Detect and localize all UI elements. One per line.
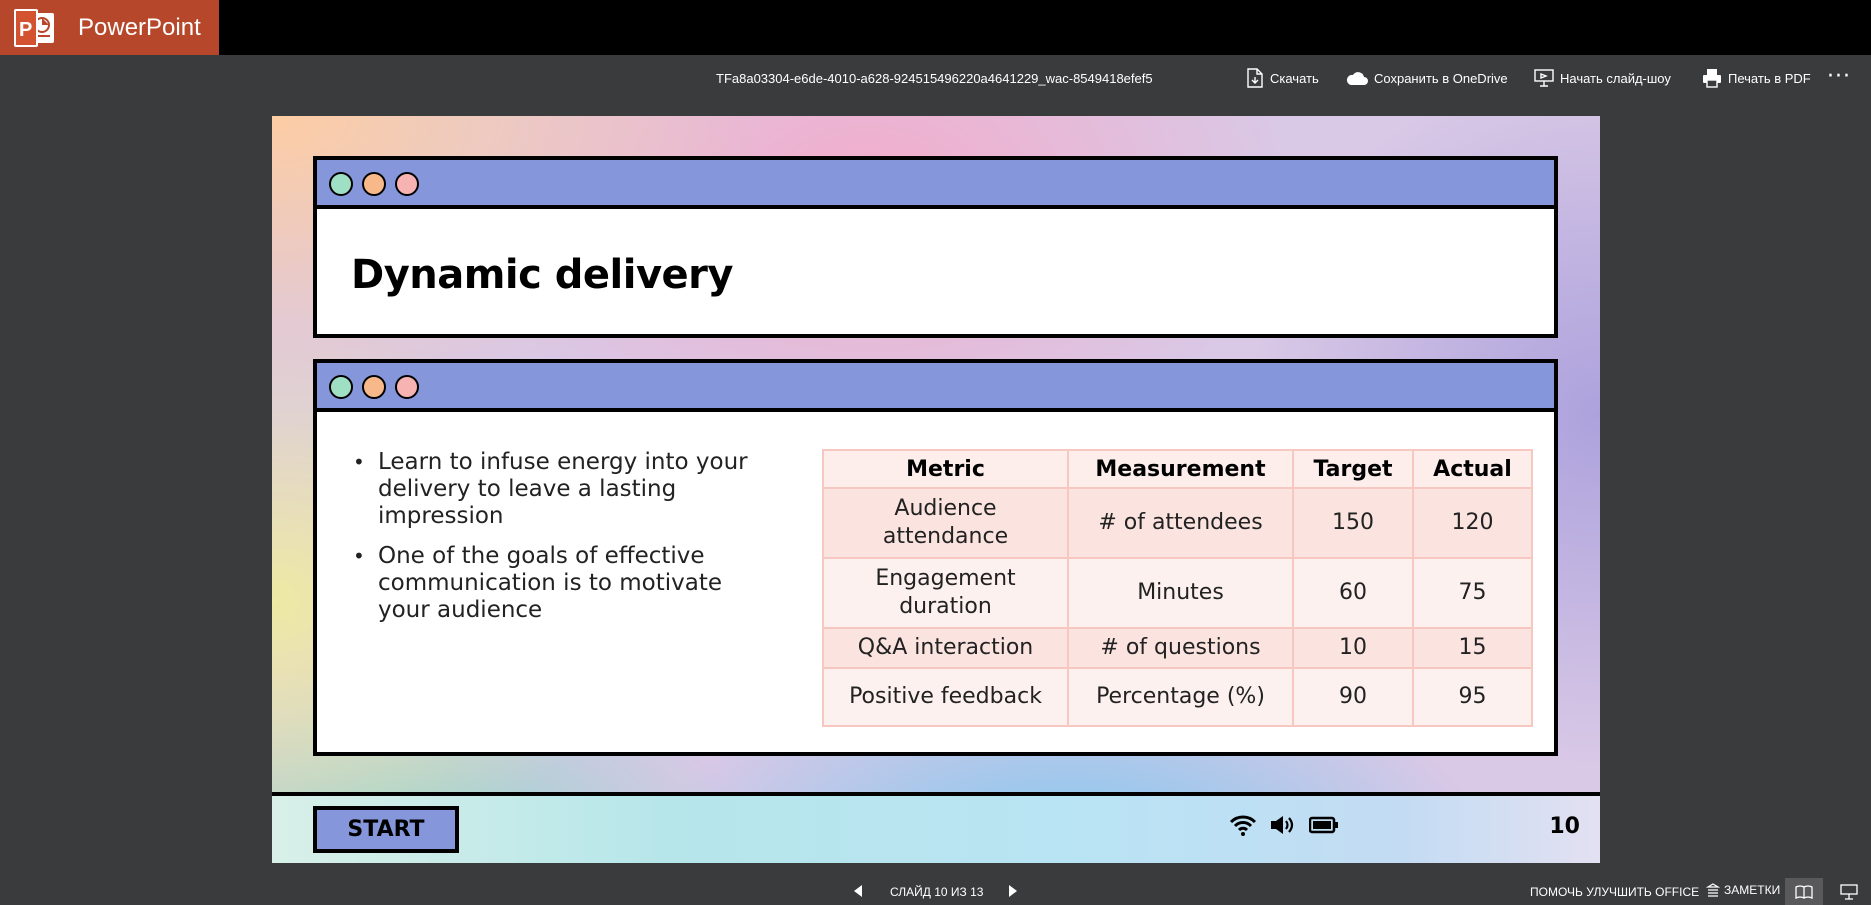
speaker-icon bbox=[1271, 816, 1294, 834]
bullet-item: Learn to infuse energy into your deliver… bbox=[353, 449, 773, 530]
table-cell: Audience attendance bbox=[822, 487, 1069, 559]
start-slideshow-button[interactable]: Начать слайд-шоу bbox=[1534, 65, 1671, 91]
bullet-list: Learn to infuse energy into your deliver… bbox=[353, 449, 773, 637]
table-row: Audience attendance # of attendees 150 1… bbox=[822, 487, 1533, 559]
projector-screen-icon bbox=[1534, 69, 1554, 87]
table-cell: Q&A interaction bbox=[822, 627, 1069, 669]
print-pdf-button[interactable]: Печать в PDF bbox=[1702, 65, 1811, 91]
reading-view-button[interactable] bbox=[1785, 878, 1823, 905]
slide-page-number: 10 bbox=[1549, 814, 1580, 839]
table-cell: 60 bbox=[1292, 557, 1414, 629]
window-dot-green bbox=[329, 172, 353, 196]
download-label: Скачать bbox=[1270, 70, 1319, 86]
more-options-button[interactable]: ··· bbox=[1827, 65, 1851, 89]
print-pdf-label: Печать в PDF bbox=[1728, 70, 1811, 86]
powerpoint-logo-icon: P bbox=[14, 9, 54, 47]
app-brand[interactable]: P PowerPoint bbox=[0, 0, 219, 55]
content-window-header bbox=[317, 363, 1554, 412]
window-dot-pink bbox=[395, 172, 419, 196]
title-window-header bbox=[317, 160, 1554, 209]
save-onedrive-label: Сохранить в OneDrive bbox=[1374, 70, 1508, 86]
notes-button[interactable]: ЗАМЕТКИ bbox=[1706, 883, 1780, 897]
next-slide-icon[interactable] bbox=[1009, 885, 1017, 897]
download-button[interactable]: Скачать bbox=[1246, 65, 1319, 91]
table-cell: 150 bbox=[1292, 487, 1414, 559]
status-bar: СЛАЙД 10 ИЗ 13 ПОМОЧЬ УЛУЧШИТЬ OFFICE ЗА… bbox=[0, 878, 1871, 905]
printer-icon bbox=[1703, 69, 1721, 88]
app-name: PowerPoint bbox=[78, 14, 201, 41]
slide-taskbar: START 10 bbox=[272, 792, 1600, 863]
bullet-item: One of the goals of effective communicat… bbox=[353, 543, 773, 624]
slide-counter: СЛАЙД 10 ИЗ 13 bbox=[890, 885, 984, 899]
table-cell: # of questions bbox=[1067, 627, 1294, 669]
help-improve-link[interactable]: ПОМОЧЬ УЛУЧШИТЬ OFFICE bbox=[1530, 885, 1699, 899]
window-dot-green bbox=[329, 375, 353, 399]
cloud-icon bbox=[1346, 72, 1368, 85]
table-cell: 90 bbox=[1292, 667, 1414, 727]
window-dot-orange bbox=[362, 375, 386, 399]
system-tray bbox=[1229, 814, 1339, 836]
table-row: Engagement duration Minutes 60 75 bbox=[822, 557, 1533, 629]
download-icon bbox=[1247, 68, 1263, 88]
start-button[interactable]: START bbox=[313, 806, 459, 853]
previous-slide-icon[interactable] bbox=[854, 885, 862, 897]
table-cell: # of attendees bbox=[1067, 487, 1294, 559]
title-bar: P PowerPoint bbox=[0, 0, 1871, 55]
battery-icon bbox=[1309, 816, 1338, 834]
slide-title: Dynamic delivery bbox=[351, 252, 733, 298]
reading-view-icon bbox=[1795, 884, 1813, 899]
slideshow-view-icon bbox=[1840, 883, 1858, 900]
table-row: Q&A interaction # of questions 10 15 bbox=[822, 627, 1533, 669]
table-cell: Percentage (%) bbox=[1067, 667, 1294, 727]
save-onedrive-button[interactable]: Сохранить в OneDrive bbox=[1346, 65, 1508, 91]
metrics-table: Metric Measurement Target Actual Audienc… bbox=[822, 449, 1533, 727]
table-cell: Positive feedback bbox=[822, 667, 1069, 727]
table-cell: 95 bbox=[1412, 667, 1533, 727]
notes-icon bbox=[1706, 883, 1720, 897]
table-row: Positive feedback Percentage (%) 90 95 bbox=[822, 667, 1533, 727]
table-header-cell: Target bbox=[1292, 449, 1414, 489]
command-bar: TFa8a03304-e6de-4010-a628-924515496220a4… bbox=[0, 55, 1871, 100]
content-window: Learn to infuse energy into your deliver… bbox=[313, 359, 1558, 756]
svg-text:P: P bbox=[19, 19, 32, 41]
start-slideshow-label: Начать слайд-шоу bbox=[1560, 70, 1671, 86]
table-header-row: Metric Measurement Target Actual bbox=[822, 449, 1533, 489]
slide-canvas: Dynamic delivery Learn to infuse energy … bbox=[272, 116, 1600, 863]
table-header-cell: Actual bbox=[1412, 449, 1533, 489]
table-header-cell: Metric bbox=[822, 449, 1069, 489]
table-cell: 15 bbox=[1412, 627, 1533, 669]
table-cell: 10 bbox=[1292, 627, 1414, 669]
table-cell: 120 bbox=[1412, 487, 1533, 559]
file-name: TFa8a03304-e6de-4010-a628-924515496220a4… bbox=[716, 71, 1153, 86]
table-cell: 75 bbox=[1412, 557, 1533, 629]
table-header-cell: Measurement bbox=[1067, 449, 1294, 489]
window-dot-orange bbox=[362, 172, 386, 196]
table-cell: Engagement duration bbox=[822, 557, 1069, 629]
wifi-icon bbox=[1229, 815, 1257, 836]
notes-label: ЗАМЕТКИ bbox=[1724, 883, 1781, 897]
slideshow-view-button[interactable] bbox=[1834, 878, 1864, 905]
title-window: Dynamic delivery bbox=[313, 156, 1558, 338]
table-cell: Minutes bbox=[1067, 557, 1294, 629]
window-dot-pink bbox=[395, 375, 419, 399]
